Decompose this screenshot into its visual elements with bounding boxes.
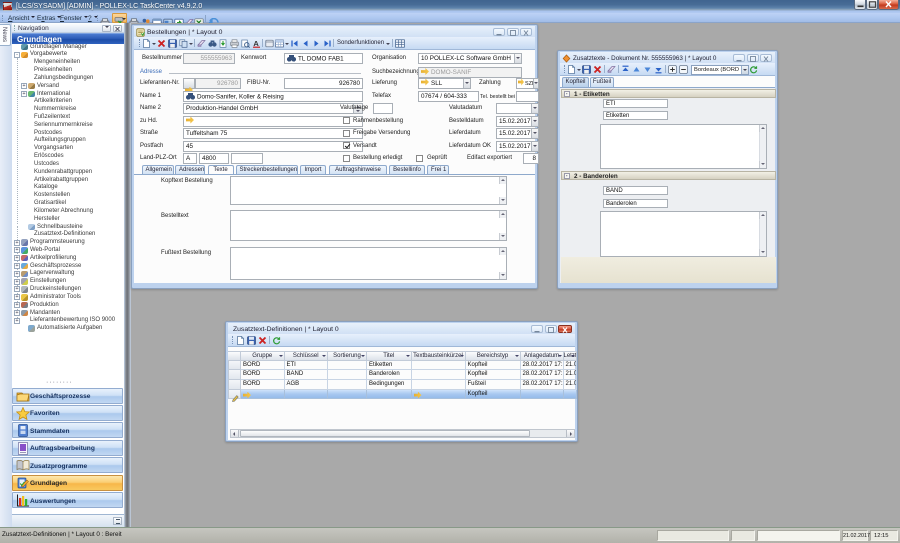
svg-text:A: A — [253, 39, 259, 48]
